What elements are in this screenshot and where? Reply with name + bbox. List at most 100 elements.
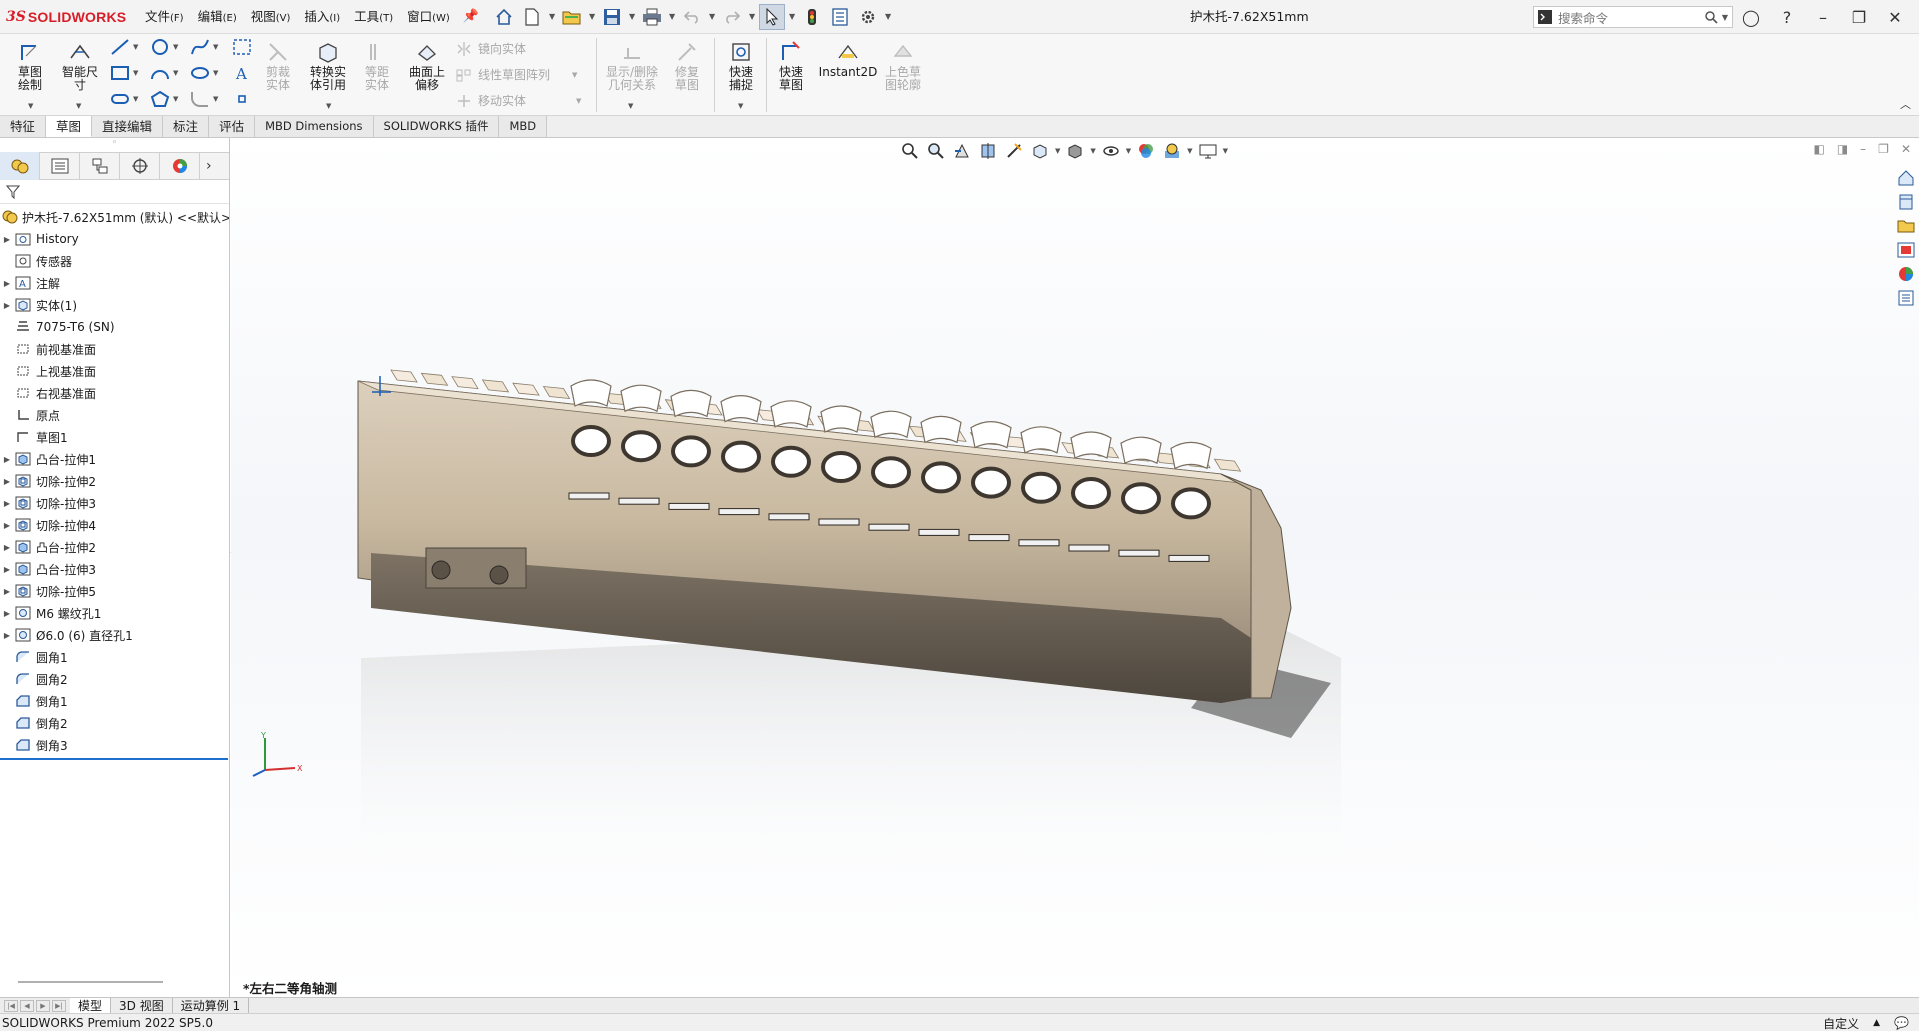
next-tab-arrow-icon[interactable]: ▶: [36, 999, 50, 1012]
fillet-sketch-icon[interactable]: [190, 90, 210, 108]
tab-features[interactable]: 特征: [0, 116, 47, 137]
convert-entities-button[interactable]: 转换实体引用: [306, 40, 350, 92]
expand-arrow-icon[interactable]: ▶: [0, 521, 14, 530]
search-icon[interactable]: [1704, 10, 1718, 24]
circle-icon[interactable]: [150, 38, 170, 56]
linear-pattern-dropdown-icon[interactable]: ▼: [572, 71, 577, 79]
quick-snaps-button[interactable]: 快速捕捉: [720, 40, 762, 92]
feature-tree-item[interactable]: 传感器: [0, 250, 229, 272]
menu-edit[interactable]: 编辑(E): [191, 0, 244, 34]
sketch-button[interactable]: 草图绘制: [8, 40, 52, 92]
spline-icon[interactable]: [190, 38, 210, 56]
line-dropdown-icon[interactable]: ▼: [133, 43, 138, 51]
pin-menu-icon[interactable]: 📌: [457, 9, 485, 24]
relations-dropdown-icon[interactable]: ▼: [628, 102, 633, 110]
menu-file[interactable]: 文件(F): [138, 0, 191, 34]
restore-button[interactable]: ❐: [1848, 8, 1870, 27]
print-icon[interactable]: [639, 4, 665, 30]
rectangle-icon[interactable]: [110, 64, 130, 82]
repair-sketch-button[interactable]: 修复草图: [666, 40, 708, 92]
prev-tab-arrow-icon[interactable]: ◀: [20, 999, 34, 1012]
offset-on-surface-button[interactable]: 曲面上偏移: [404, 40, 450, 92]
tab-model[interactable]: 模型: [70, 997, 112, 1014]
arc-icon[interactable]: [150, 64, 170, 82]
feature-tree-item[interactable]: 圆角2: [0, 668, 229, 690]
feature-tree-item[interactable]: 7075-T6 (SN): [0, 316, 229, 338]
expand-arrow-icon[interactable]: ▶: [0, 499, 14, 508]
rapid-sketch-button[interactable]: 快速草图: [770, 40, 812, 92]
filter-icon[interactable]: [6, 185, 20, 199]
rebuild-traffic-light-icon[interactable]: [799, 4, 825, 30]
unit-system-selector[interactable]: 自定义: [1823, 1015, 1859, 1031]
expand-arrow-icon[interactable]: ▶: [0, 587, 14, 596]
command-search-box[interactable]: 搜索命令 ▼: [1533, 6, 1733, 28]
close-button[interactable]: ✕: [1884, 8, 1906, 27]
handguard-3d-model[interactable]: [231, 138, 1919, 997]
dimxpert-tab-icon[interactable]: [120, 152, 160, 180]
select-dropdown-icon[interactable]: ▼: [787, 12, 797, 21]
tab-mbd-dimensions[interactable]: MBD Dimensions: [255, 116, 374, 137]
options-gear-icon[interactable]: [855, 4, 881, 30]
tab-mbd[interactable]: MBD: [499, 116, 548, 137]
tab-3d-views[interactable]: 3D 视图: [111, 997, 173, 1014]
menu-insert[interactable]: 插入(I): [297, 0, 347, 34]
quick-snaps-dropdown-icon[interactable]: ▼: [738, 102, 743, 110]
offset-entities-button[interactable]: 等距实体: [356, 40, 398, 92]
configurationmanager-tab-icon[interactable]: [80, 152, 120, 180]
menu-tools[interactable]: 工具(T): [347, 0, 400, 34]
menu-view[interactable]: 视图(V): [244, 0, 298, 34]
display-relations-button[interactable]: 显示/删除几何关系: [602, 40, 662, 92]
tab-direct-editing[interactable]: 直接编辑: [92, 116, 164, 137]
feature-tree-item[interactable]: ▶ M6 螺纹孔1: [0, 602, 229, 624]
line-icon[interactable]: [110, 38, 130, 56]
arc-dropdown-icon[interactable]: ▼: [173, 69, 178, 77]
instant2d-button[interactable]: Instant2D: [818, 40, 878, 79]
expand-arrow-icon[interactable]: ▶: [0, 455, 14, 464]
expand-arrow-icon[interactable]: ▶: [0, 279, 14, 288]
feature-tree-item[interactable]: ▶ History: [0, 228, 229, 250]
text-icon[interactable]: A: [232, 64, 252, 82]
open-folder-icon[interactable]: [559, 4, 585, 30]
tab-evaluate[interactable]: 评估: [209, 116, 256, 137]
expand-arrow-icon[interactable]: ▶: [0, 631, 14, 640]
feature-tree-item[interactable]: ▶ 切除-拉伸4: [0, 514, 229, 536]
search-dropdown-icon[interactable]: ▼: [1718, 13, 1732, 22]
last-tab-arrow-icon[interactable]: ▶|: [52, 999, 66, 1012]
feature-tree-item[interactable]: 草图1: [0, 426, 229, 448]
sketch-dropdown-icon[interactable]: ▼: [28, 102, 33, 110]
feature-tree-item[interactable]: ▶ A 注解: [0, 272, 229, 294]
unit-dropdown-icon[interactable]: ▲: [1873, 1018, 1880, 1028]
feature-tree-item[interactable]: 右视基准面: [0, 382, 229, 404]
feature-tree-item[interactable]: ▶ 切除-拉伸2: [0, 470, 229, 492]
spline-dropdown-icon[interactable]: ▼: [213, 43, 218, 51]
tree-filter[interactable]: [0, 180, 229, 204]
tab-markup[interactable]: 标注: [163, 116, 210, 137]
feature-tree-item[interactable]: 倒角3: [0, 734, 229, 756]
linear-pattern-button[interactable]: 线性草图阵列 ▼: [456, 66, 577, 83]
tree-root-part[interactable]: 护木托-7.62X51mm (默认) <<默认>: [0, 206, 229, 228]
help-icon[interactable]: ?: [1776, 8, 1798, 27]
feature-tree-item[interactable]: ▶ 实体(1): [0, 294, 229, 316]
polygon-dropdown-icon[interactable]: ▼: [173, 95, 178, 103]
feature-tree-item[interactable]: 倒角2: [0, 712, 229, 734]
first-tab-arrow-icon[interactable]: |◀: [4, 999, 18, 1012]
open-dropdown-icon[interactable]: ▼: [587, 12, 597, 21]
feedback-icon[interactable]: 💬: [1894, 1016, 1909, 1030]
feature-tree-item[interactable]: ▶ 凸台-拉伸1: [0, 448, 229, 470]
save-icon[interactable]: [599, 4, 625, 30]
feature-tree-item[interactable]: ▶ 凸台-拉伸3: [0, 558, 229, 580]
shaded-sketch-contours-button[interactable]: 上色草图轮廓: [880, 40, 926, 92]
mirror-entities-button[interactable]: 镜向实体: [456, 40, 526, 57]
panel-grip-icon[interactable]: ◦: [0, 138, 229, 152]
expand-arrow-icon[interactable]: ▶: [0, 301, 14, 310]
fillet-dropdown-icon[interactable]: ▼: [213, 95, 218, 103]
solidworks-logo[interactable]: 3S SOLIDWORKS: [0, 9, 138, 25]
feature-tree-item[interactable]: ▶ 凸台-拉伸2: [0, 536, 229, 558]
display-manager-tab-icon[interactable]: [160, 152, 200, 180]
smart-dimension-button[interactable]: 智能尺寸: [58, 40, 102, 92]
collapse-ribbon-icon[interactable]: ︿: [1900, 96, 1911, 112]
polygon-icon[interactable]: [150, 90, 170, 108]
expand-arrow-icon[interactable]: ▶: [0, 477, 14, 486]
tab-solidworks-addins[interactable]: SOLIDWORKS 插件: [373, 116, 500, 137]
file-properties-icon[interactable]: [827, 4, 853, 30]
